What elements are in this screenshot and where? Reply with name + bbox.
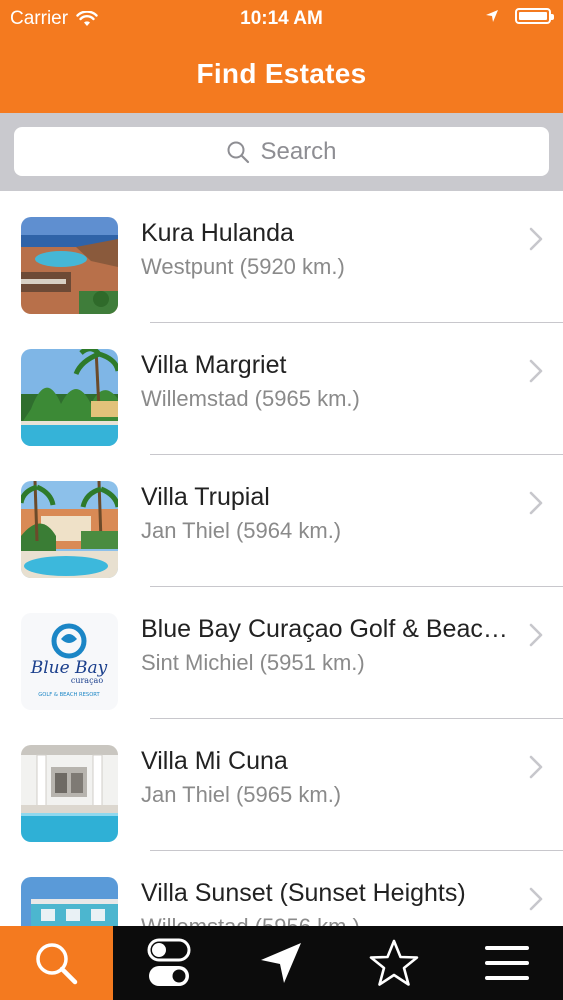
navigation-header: Carrier 10:14 AM Find Estates	[0, 0, 563, 113]
page-title: Find Estates	[196, 58, 367, 89]
chevron-right-icon	[529, 359, 543, 383]
estate-thumbnail	[21, 481, 118, 578]
tab-nearby[interactable]	[225, 926, 338, 1000]
estate-row-blue-bay[interactable]: Blue Bay curaçao GOLF & BEACH RESORT Blu…	[0, 587, 563, 719]
estate-thumbnail	[21, 745, 118, 842]
estate-location: Sint Michiel (5951 km.)	[141, 650, 365, 675]
estate-row-villa-sunset[interactable]: Villa Sunset (Sunset Heights) Willemstad…	[0, 851, 563, 926]
estate-name: Villa Trupial	[141, 483, 270, 511]
estate-row-villa-margriet[interactable]: Villa Margriet Willemstad (5965 km.)	[0, 323, 563, 455]
search-placeholder: Search	[260, 137, 337, 165]
location-services-icon	[486, 10, 498, 22]
chevron-right-icon	[529, 227, 543, 251]
battery-icon	[515, 8, 554, 24]
blue-bay-logo: Blue Bay curaçao GOLF & BEACH RESORT	[21, 613, 118, 710]
estate-location: Willemstad (5965 km.)	[141, 386, 360, 411]
chevron-right-icon	[529, 623, 543, 647]
search-input[interactable]: Search	[14, 127, 549, 176]
estate-name: Villa Sunset (Sunset Heights)	[141, 879, 466, 907]
chevron-right-icon	[529, 491, 543, 515]
status-bar: Carrier 10:14 AM	[0, 0, 563, 38]
estate-name: Villa Mi Cuna	[141, 747, 288, 775]
location-arrow-icon	[261, 943, 302, 983]
tab-bar	[0, 926, 563, 1000]
estate-thumbnail	[21, 217, 118, 314]
estate-location: Jan Thiel (5965 km.)	[141, 782, 342, 807]
estate-list: Kura Hulanda Westpunt (5920 km.) Villa M…	[0, 191, 563, 926]
tab-filters[interactable]	[113, 926, 226, 1000]
estate-thumbnail	[21, 877, 118, 926]
tab-search[interactable]	[0, 926, 113, 1000]
estate-thumbnail	[21, 349, 118, 446]
estate-name: Kura Hulanda	[141, 219, 294, 247]
tab-favorites[interactable]	[338, 926, 451, 1000]
chevron-right-icon	[529, 887, 543, 911]
estate-name: Villa Margriet	[141, 351, 287, 379]
logo-tagline-text: GOLF & BEACH RESORT	[38, 692, 100, 698]
toggles-icon	[147, 938, 191, 986]
logo-place-text: curaçao	[71, 676, 103, 685]
menu-icon	[484, 946, 529, 980]
estate-row-kura-hulanda[interactable]: Kura Hulanda Westpunt (5920 km.)	[0, 191, 563, 323]
chevron-right-icon	[529, 755, 543, 779]
estate-location: Willemstad (5956 km.)	[141, 914, 521, 926]
estate-name: Blue Bay Curaçao Golf & Beach Resort	[141, 615, 521, 643]
estate-location: Westpunt (5920 km.)	[141, 254, 345, 279]
search-bar: Search	[0, 113, 563, 191]
status-time: 10:14 AM	[240, 8, 323, 29]
estate-location: Jan Thiel (5964 km.)	[141, 518, 342, 543]
logo-brand-text: Blue Bay	[30, 658, 108, 678]
search-icon	[36, 943, 78, 985]
search-icon	[227, 141, 250, 163]
status-right-group	[485, 8, 554, 24]
star-icon	[369, 939, 419, 986]
estate-row-villa-trupial[interactable]: Villa Trupial Jan Thiel (5964 km.)	[0, 455, 563, 587]
estate-row-villa-mi-cuna[interactable]: Villa Mi Cuna Jan Thiel (5965 km.)	[0, 719, 563, 851]
tab-menu[interactable]	[450, 926, 563, 1000]
